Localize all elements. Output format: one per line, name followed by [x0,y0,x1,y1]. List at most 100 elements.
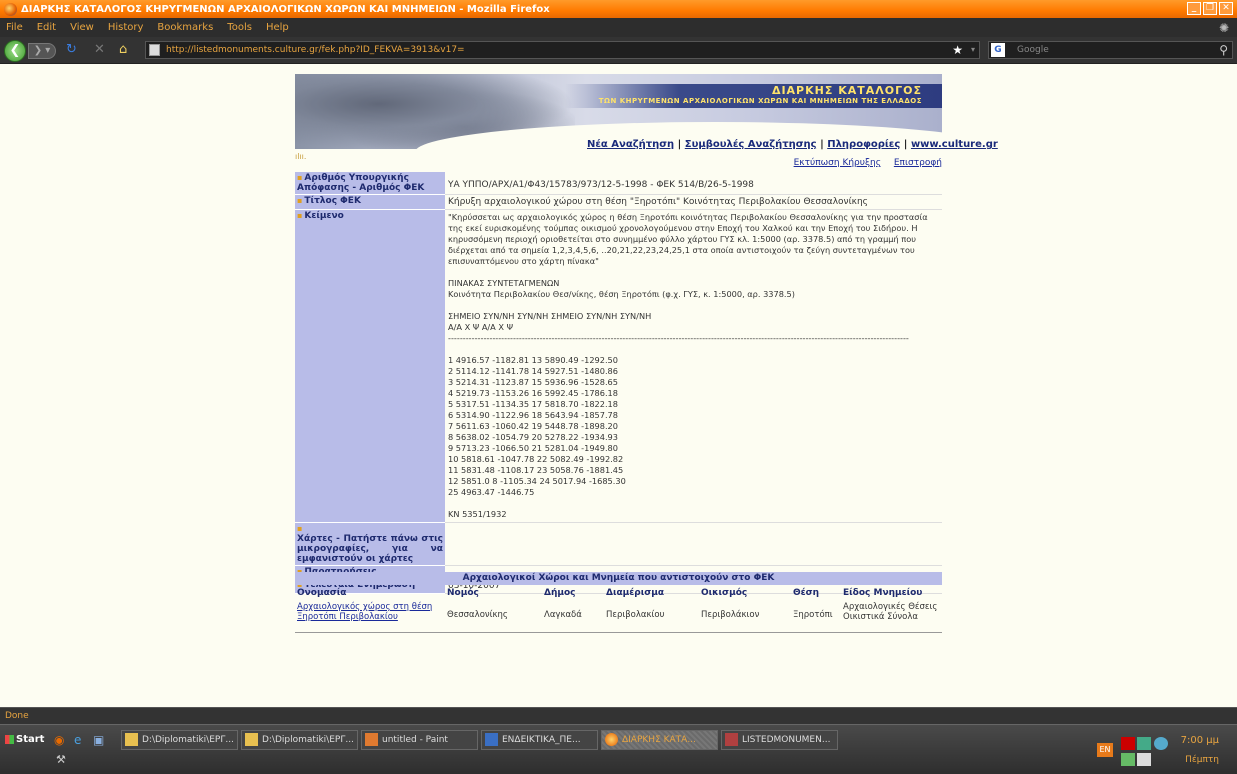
page-icon [149,44,160,56]
col-oikismos: Οικισμός [701,588,748,598]
sub-links: Εκτύπωση Κήρυξης Επιστροφή [784,158,942,168]
oikismos-cell: Περιβολάκιον [701,610,760,620]
task-folder-1[interactable]: D:\Diplomatiki\ΕΡΓ... [121,730,238,750]
security-icon[interactable] [1121,753,1135,766]
col-name: Ονομασία [297,588,347,598]
menu-tools[interactable]: Tools [227,22,252,33]
banner-title: ΔΙΑΡΚΗΣ ΚΑΤΑΛΟΓΟΣ [771,84,922,97]
firefox-quicklaunch-icon[interactable]: ◉ [54,733,64,747]
link-info[interactable]: Πληροφορίες [827,139,900,150]
network-icon[interactable] [1137,737,1151,750]
fek-details-table: ▪ Αριθμός Υπουργικής Απόφασης - Αριθμός Φ… [295,172,942,594]
text-value: "Κηρύσσεται ως αρχαιολογικός χώρος η θέσ… [448,212,928,519]
bookmark-star-icon[interactable]: ★ [952,42,963,58]
text-cell: "Κηρύσσεται ως αρχαιολογικός χώρος η θέσ… [445,209,942,523]
col-thesi: Θέση [793,588,820,598]
row-decision: ▪ Αριθμός Υπουργικής Απόφασης - Αριθμός Φ… [295,172,942,195]
search-bar[interactable]: G Google ⚲ [988,41,1233,59]
text-label: ▪ Κείμενο [295,209,445,523]
document-icon [725,733,738,746]
search-icon[interactable]: ⚲ [1219,42,1228,58]
display-icon[interactable] [1137,753,1151,766]
link-back[interactable]: Επιστροφή [894,158,942,168]
diamerisma-cell: Περιβολακίου [606,610,665,620]
forward-button[interactable]: ❯ ▾ [28,43,56,59]
google-icon[interactable]: G [991,43,1005,57]
assoc-header-row: Ονομασία Νομός Δήμος Διαμέρισμα Οικισμός… [295,586,942,600]
row-maps: ▪ Χάρτες - Πατήστε πάνω στις μικρογραφίες… [295,522,942,566]
url-text: http://listedmonuments.culture.gr/fek.ph… [166,45,465,55]
col-nomos: Νομός [447,588,479,598]
clock[interactable]: 7:00 μμ [1181,735,1219,746]
maps-value [445,522,942,566]
ie-quicklaunch-icon[interactable]: e [74,733,81,747]
restore-icon[interactable]: ❐ [1203,2,1217,15]
col-eidos: Είδος Μνημείου [843,588,923,598]
title-value: Κήρυξη αρχαιολογικού χώρου στη θέση "Ξηρ… [445,194,942,210]
site-name-link[interactable]: Αρχαιολογικός χώρος στη θέση Ξηροτόπι Πε… [297,602,432,622]
menu-file[interactable]: File [6,22,23,33]
folder-icon [125,733,138,746]
folder-icon [245,733,258,746]
task-firefox[interactable]: ΔΙΑΡΚΗΣ ΚΑΤΑ... [601,730,718,750]
bullet-icon: ▪ [297,173,303,182]
eidos-cell: Αρχαιολογικές Θέσεις Οικιστικά Σύνολα [843,602,938,622]
link-print[interactable]: Εκτύπωση Κήρυξης [794,158,881,168]
reload-icon[interactable]: ↻ [66,42,77,57]
desktop-quicklaunch-icon[interactable]: ▣ [93,733,104,747]
url-bar[interactable]: http://listedmonuments.culture.gr/fek.ph… [145,41,980,59]
url-dropdown-icon[interactable]: ▾ [971,42,975,58]
window-controls: _ ❐ ✕ [1187,2,1233,15]
firefox-icon [605,733,618,746]
banner-subtitle: ΤΩΝ ΚΗΡΥΓΜΕΝΩΝ ΑΡΧΑΙΟΛΟΓΙΚΩΝ ΧΩΡΩΝ ΚΑΙ Μ… [598,97,922,105]
window-titlebar[interactable]: ΔΙΑΡΚΗΣ ΚΑΤΑΛΟΓΟΣ ΚΗΡΥΓΜΕΝΩΝ ΑΡΧΑΙΟΛΟΓΙΚ… [0,0,1237,18]
menu-bar: File Edit View History Bookmarks Tools H… [0,18,1237,37]
status-bar: Done [0,707,1237,724]
dimos-cell: Λαγκαδά [544,610,582,620]
search-placeholder: Google [1017,45,1049,55]
activity-icon: ✺ [1218,21,1229,35]
window-title: ΔΙΑΡΚΗΣ ΚΑΤΑΛΟΓΟΣ ΚΗΡΥΓΜΕΝΩΝ ΑΡΧΑΙΟΛΟΓΙΚ… [21,3,550,15]
back-arrow-icon: ❮ [9,43,21,58]
tool-quicklaunch-icon[interactable]: ⚒ [56,753,66,766]
paint-icon [365,733,378,746]
firefox-icon [4,2,17,16]
back-button[interactable]: ❮ [4,40,26,62]
task-folder-2[interactable]: D:\Diplomatiki\ΕΡΓ... [241,730,358,750]
stop-icon[interactable]: ✕ [94,42,105,57]
bullet-icon: ▪ [297,524,303,533]
decision-label: ▪ Αριθμός Υπουργικής Απόφασης - Αριθμός Φ… [295,172,445,195]
menu-help[interactable]: Help [266,22,289,33]
menu-bookmarks[interactable]: Bookmarks [157,22,213,33]
language-indicator[interactable]: EN [1097,743,1113,757]
row-title: ▪ Τίτλος ΦΕΚ Κήρυξη αρχαιολογικού χώρου σ… [295,194,942,210]
task-listedmonuments[interactable]: LISTEDMONUMEN... [721,730,838,750]
app-tray-icon[interactable] [1154,737,1168,750]
menu-history[interactable]: History [108,22,144,33]
col-diamerisma: Διαμέρισμα [606,588,665,598]
minimize-icon[interactable]: _ [1187,2,1201,15]
close-icon[interactable]: ✕ [1219,2,1233,15]
forward-arrow-icon: ❯ ▾ [33,45,51,56]
link-search-tips[interactable]: Συμβουλές Αναζήτησης [685,139,817,150]
task-word[interactable]: ΕΝΔΕΙΚΤΙΚΑ_ΠΕ... [481,730,598,750]
home-icon[interactable]: ⌂ [119,42,127,57]
menu-view[interactable]: View [70,22,94,33]
associated-sites-heading: Αρχαιολογικοί Χώροι και Μνημεία που αντι… [295,572,942,585]
link-new-search[interactable]: Νέα Αναζήτηση [587,139,674,150]
link-culture-gr[interactable]: www.culture.gr [911,139,998,150]
decorative-dots: ılıı. [295,152,307,161]
top-links: Νέα Αναζήτηση | Συμβουλές Αναζήτησης | Π… [587,139,998,150]
task-paint[interactable]: untitled - Paint [361,730,478,750]
bullet-icon: ▪ [297,211,303,220]
menu-edit[interactable]: Edit [37,22,56,33]
table-row: Αρχαιολογικός χώρος στη θέση Ξηροτόπι Πε… [295,600,942,624]
start-button[interactable]: Start [2,729,46,751]
ati-icon[interactable] [1121,737,1135,750]
maps-label: ▪ Χάρτες - Πατήστε πάνω στις μικρογραφίες… [295,522,445,566]
page-wrapper: ΔΙΑΡΚΗΣ ΚΑΤΑΛΟΓΟΣ ΤΩΝ ΚΗΡΥΓΜΕΝΩΝ ΑΡΧΑΙΟΛ… [295,74,998,633]
page-content: ΔΙΑΡΚΗΣ ΚΑΤΑΛΟΓΟΣ ΤΩΝ ΚΗΡΥΓΜΕΝΩΝ ΑΡΧΑΙΟΛ… [0,64,1237,707]
site-banner: ΔΙΑΡΚΗΣ ΚΑΤΑΛΟΓΟΣ ΤΩΝ ΚΗΡΥΓΜΕΝΩΝ ΑΡΧΑΙΟΛ… [295,74,942,149]
col-dimos: Δήμος [544,588,576,598]
word-icon [485,733,498,746]
